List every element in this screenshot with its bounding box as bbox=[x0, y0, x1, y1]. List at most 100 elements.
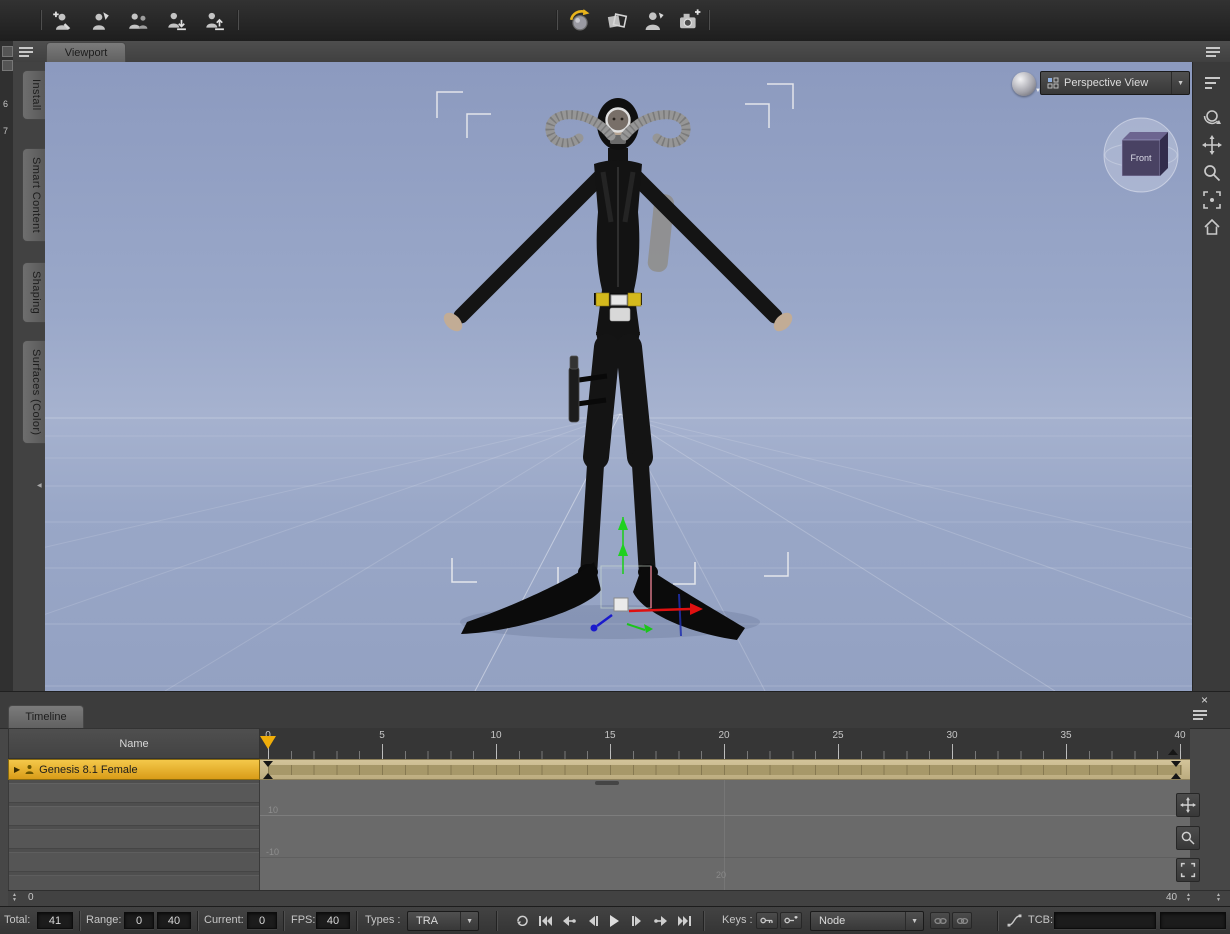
previous-key-icon[interactable] bbox=[558, 912, 579, 929]
previous-frame-icon[interactable] bbox=[581, 912, 602, 929]
frame-ruler[interactable]: 0 5 10 15 20 25 30 35 40 bbox=[260, 728, 1190, 760]
load-figure-icon[interactable] bbox=[200, 7, 228, 35]
tab-viewport[interactable]: Viewport bbox=[46, 42, 126, 62]
viewport-3d[interactable]: ▼ Perspective View ▼ Front bbox=[45, 62, 1192, 691]
aux-field[interactable] bbox=[1160, 912, 1226, 929]
create-key-button[interactable] bbox=[756, 912, 778, 929]
zoom-timeline-icon[interactable] bbox=[1176, 826, 1200, 850]
scene-3d[interactable] bbox=[45, 62, 1192, 691]
daz-studio-window: 6 7 Viewport Install Smart Content Shapi… bbox=[0, 0, 1230, 934]
ruler-label: 35 bbox=[1060, 730, 1072, 741]
playhead-marker[interactable] bbox=[260, 736, 276, 749]
diver-figure bbox=[443, 98, 793, 640]
sidebar-tab-install[interactable]: Install bbox=[22, 70, 45, 120]
ruler-label: 25 bbox=[832, 730, 844, 741]
current-frame-field[interactable] bbox=[247, 912, 277, 929]
name-column-header: Name bbox=[8, 728, 260, 759]
timeline-options-menu-icon[interactable] bbox=[1191, 708, 1209, 722]
next-key-icon[interactable] bbox=[650, 912, 671, 929]
ground-grid bbox=[45, 413, 1192, 691]
navigation-cube[interactable]: Front bbox=[1100, 114, 1184, 198]
display-options-icon[interactable] bbox=[1201, 74, 1223, 92]
tcb-field[interactable] bbox=[1054, 912, 1156, 929]
scale-spinner[interactable]: ▲ ▼ bbox=[1216, 893, 1221, 903]
keyframe-track[interactable] bbox=[260, 759, 1190, 780]
frame-view-icon[interactable] bbox=[1200, 188, 1224, 212]
pan-timeline-icon[interactable] bbox=[1176, 793, 1200, 817]
home-view-icon[interactable] bbox=[1200, 215, 1224, 239]
sidebar-tab-shaping[interactable]: Shaping bbox=[22, 262, 45, 324]
pane-group-menu-icon[interactable] bbox=[17, 45, 35, 59]
property-row[interactable] bbox=[9, 783, 259, 803]
range-start-value[interactable]: 0 bbox=[28, 892, 34, 903]
range-start-spinner[interactable]: ▲ ▼ bbox=[12, 893, 17, 903]
unlink-key-button[interactable] bbox=[930, 912, 950, 929]
node-dropdown[interactable]: Node ▼ bbox=[810, 911, 924, 931]
track-name-cell[interactable]: ▶ Genesis 8.1 Female bbox=[8, 759, 260, 780]
types-value: TRA bbox=[416, 915, 438, 927]
add-figure-icon[interactable] bbox=[48, 7, 76, 35]
character-icon[interactable] bbox=[639, 6, 669, 36]
duplicate-figures-icon[interactable] bbox=[124, 7, 152, 35]
range-end-spinner[interactable]: ▲ ▼ bbox=[1186, 893, 1191, 903]
go-to-end-icon[interactable] bbox=[673, 912, 694, 929]
orbit-view-icon[interactable] bbox=[1200, 104, 1224, 128]
chevron-down-icon: ▼ bbox=[1171, 72, 1189, 94]
sidebar-tab-shaping-label: Shaping bbox=[30, 271, 42, 315]
keyframe-icon[interactable] bbox=[263, 761, 273, 767]
delete-key-button[interactable] bbox=[780, 912, 802, 929]
property-row[interactable] bbox=[9, 852, 259, 872]
sidebar-tab-smart-content-label: Smart Content bbox=[30, 157, 42, 234]
total-frames-field[interactable] bbox=[37, 912, 73, 929]
camera-icon[interactable] bbox=[674, 6, 704, 36]
graph-frame-label: 20 bbox=[716, 870, 727, 880]
property-rows-column[interactable] bbox=[8, 780, 260, 895]
curve-graph-area[interactable]: 10 -10 20 bbox=[260, 780, 1190, 890]
keyframe-icon[interactable] bbox=[263, 773, 273, 779]
tab-timeline[interactable]: Timeline bbox=[8, 705, 84, 728]
property-row[interactable] bbox=[9, 806, 259, 826]
view-selector-dropdown[interactable]: Perspective View ▼ bbox=[1040, 71, 1190, 95]
shaded-sphere-button[interactable] bbox=[1012, 72, 1036, 96]
pan-view-icon[interactable] bbox=[1200, 133, 1224, 157]
render-icon[interactable] bbox=[565, 6, 595, 36]
link-key-button[interactable] bbox=[952, 912, 972, 929]
close-icon[interactable]: × bbox=[1197, 693, 1212, 707]
ruler-minor-ticks bbox=[268, 751, 1186, 759]
property-row[interactable] bbox=[9, 829, 259, 849]
expander-icon[interactable]: ▶ bbox=[14, 765, 20, 774]
sidebar-tab-install-label: Install bbox=[30, 79, 42, 111]
left-tab-column: Install Smart Content Shaping Surfaces (… bbox=[13, 62, 46, 691]
go-to-start-icon[interactable] bbox=[535, 912, 556, 929]
sidebar-tab-smart-content[interactable]: Smart Content bbox=[22, 148, 45, 243]
timeline-header bbox=[0, 692, 1230, 729]
viewport-tabbar: Viewport bbox=[13, 41, 1230, 63]
docked-pane-icon[interactable] bbox=[2, 60, 13, 71]
splitter-collapse-icon[interactable]: ◀ bbox=[37, 482, 42, 489]
docked-pane-icon[interactable] bbox=[2, 46, 13, 57]
graph-scroll-handle[interactable] bbox=[595, 781, 619, 785]
next-frame-icon[interactable] bbox=[627, 912, 648, 929]
sidebar-tab-surfaces[interactable]: Surfaces (Color) bbox=[22, 340, 45, 445]
viewport-options-menu-icon[interactable] bbox=[1204, 45, 1222, 59]
types-dropdown[interactable]: TRA ▼ bbox=[407, 911, 479, 931]
range-end-marker[interactable] bbox=[1168, 749, 1178, 755]
save-figure-icon[interactable] bbox=[162, 7, 190, 35]
graph-value-label: 10 bbox=[268, 805, 279, 815]
frame-timeline-icon[interactable] bbox=[1176, 858, 1200, 882]
surfaces-icon[interactable] bbox=[602, 6, 632, 36]
graph-gridline bbox=[260, 815, 1190, 816]
pose-figure-icon[interactable] bbox=[86, 7, 114, 35]
range-end-field[interactable] bbox=[157, 912, 191, 929]
keyframe-icon[interactable] bbox=[1171, 761, 1181, 767]
fps-field[interactable] bbox=[316, 912, 350, 929]
keyframe-icon[interactable] bbox=[1171, 773, 1181, 779]
view-selector-label: Perspective View bbox=[1064, 77, 1149, 89]
play-icon[interactable] bbox=[604, 912, 625, 929]
range-end-value[interactable]: 40 bbox=[1166, 892, 1177, 903]
loop-icon[interactable] bbox=[512, 912, 533, 929]
zoom-view-icon[interactable] bbox=[1200, 161, 1224, 185]
interpolation-curve-icon[interactable] bbox=[1004, 912, 1024, 929]
range-start-field[interactable] bbox=[124, 912, 154, 929]
rail-label-6: 6 bbox=[3, 99, 9, 109]
